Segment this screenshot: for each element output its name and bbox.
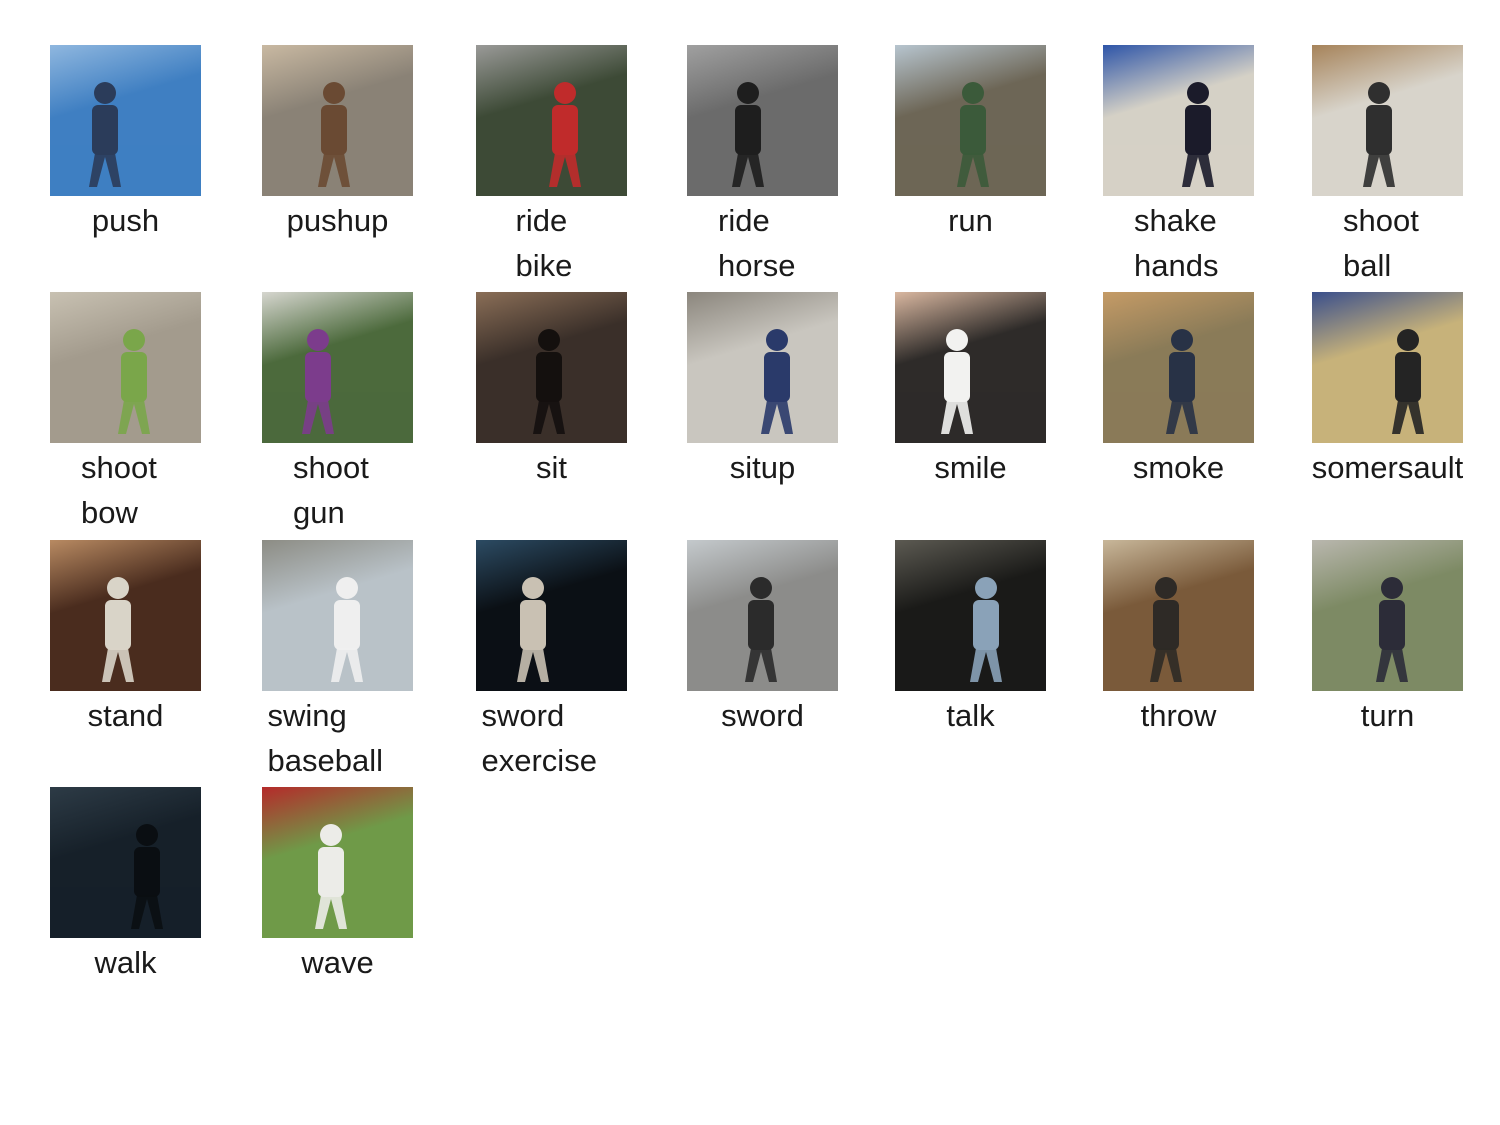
action-label: walk	[94, 945, 157, 980]
action-label: somersault	[1311, 450, 1464, 485]
action-label: run	[948, 203, 993, 238]
frame-horse-race-grayscale	[687, 45, 838, 196]
action-label: sword	[721, 698, 804, 733]
action-label: shoot	[293, 450, 369, 485]
action-label: throw	[1140, 698, 1217, 733]
frame-shirtless-man-doing-pushup	[262, 45, 413, 196]
frame-batting-cage	[262, 540, 413, 691]
action-label: ball	[1343, 248, 1392, 283]
action-label: turn	[1360, 698, 1415, 733]
action-label: shoot	[81, 450, 157, 485]
frame-man-smoking-bedroom	[1103, 292, 1254, 443]
frame-dark-street-night	[50, 787, 201, 938]
frame-man-standing-office	[50, 540, 201, 691]
frame-sword-fighting-spotlight	[476, 540, 627, 691]
action-label: sword	[481, 698, 565, 733]
frame-person-pushing-outdoors	[50, 45, 201, 196]
action-label: swing	[267, 698, 347, 733]
action-label: pushup	[286, 203, 389, 238]
action-label: smile	[934, 450, 1007, 485]
frame-dark-movie-scene	[895, 540, 1046, 691]
action-label: situp	[729, 450, 796, 485]
frame-person-in-house-hallway	[1103, 540, 1254, 691]
frame-smiling-young-man-webcam	[895, 292, 1046, 443]
action-label: push	[91, 203, 160, 238]
action-label: horse	[718, 248, 796, 283]
frame-man-running-parking-lot	[895, 45, 1046, 196]
frame-person-shooting-pistol-desert	[50, 292, 201, 443]
action-label: ride	[718, 203, 770, 238]
frame-man-with-drum-street	[687, 540, 838, 691]
frame-archer-drawing-bow	[262, 292, 413, 443]
action-label: smoke	[1132, 450, 1225, 485]
action-label: baseball	[267, 743, 383, 778]
action-label: exercise	[481, 743, 597, 778]
frame-people-seated-room	[476, 292, 627, 443]
action-label: hands	[1134, 248, 1219, 283]
frame-cyclist-on-road	[476, 45, 627, 196]
action-label: talk	[946, 698, 995, 733]
action-label: bow	[81, 495, 138, 530]
action-label: wave	[301, 945, 374, 980]
action-label: shoot	[1343, 203, 1419, 238]
action-label: bike	[515, 248, 573, 283]
action-label: gun	[293, 495, 345, 530]
action-label: shake	[1134, 203, 1217, 238]
action-label: stand	[87, 698, 164, 733]
frame-crowd-at-sports-field	[262, 787, 413, 938]
frame-basketball-gym	[1312, 45, 1463, 196]
action-label: sit	[536, 450, 567, 485]
action-grid: push pushup ride bike ride horse run shake hands…	[0, 0, 1500, 1125]
frame-wrestlers-lineup	[1103, 45, 1254, 196]
action-label: ride	[515, 203, 568, 238]
frame-gym-trampoline	[1312, 292, 1463, 443]
frame-man-walking-by-fence	[1312, 540, 1463, 691]
frame-man-doing-situp-garage	[687, 292, 838, 443]
